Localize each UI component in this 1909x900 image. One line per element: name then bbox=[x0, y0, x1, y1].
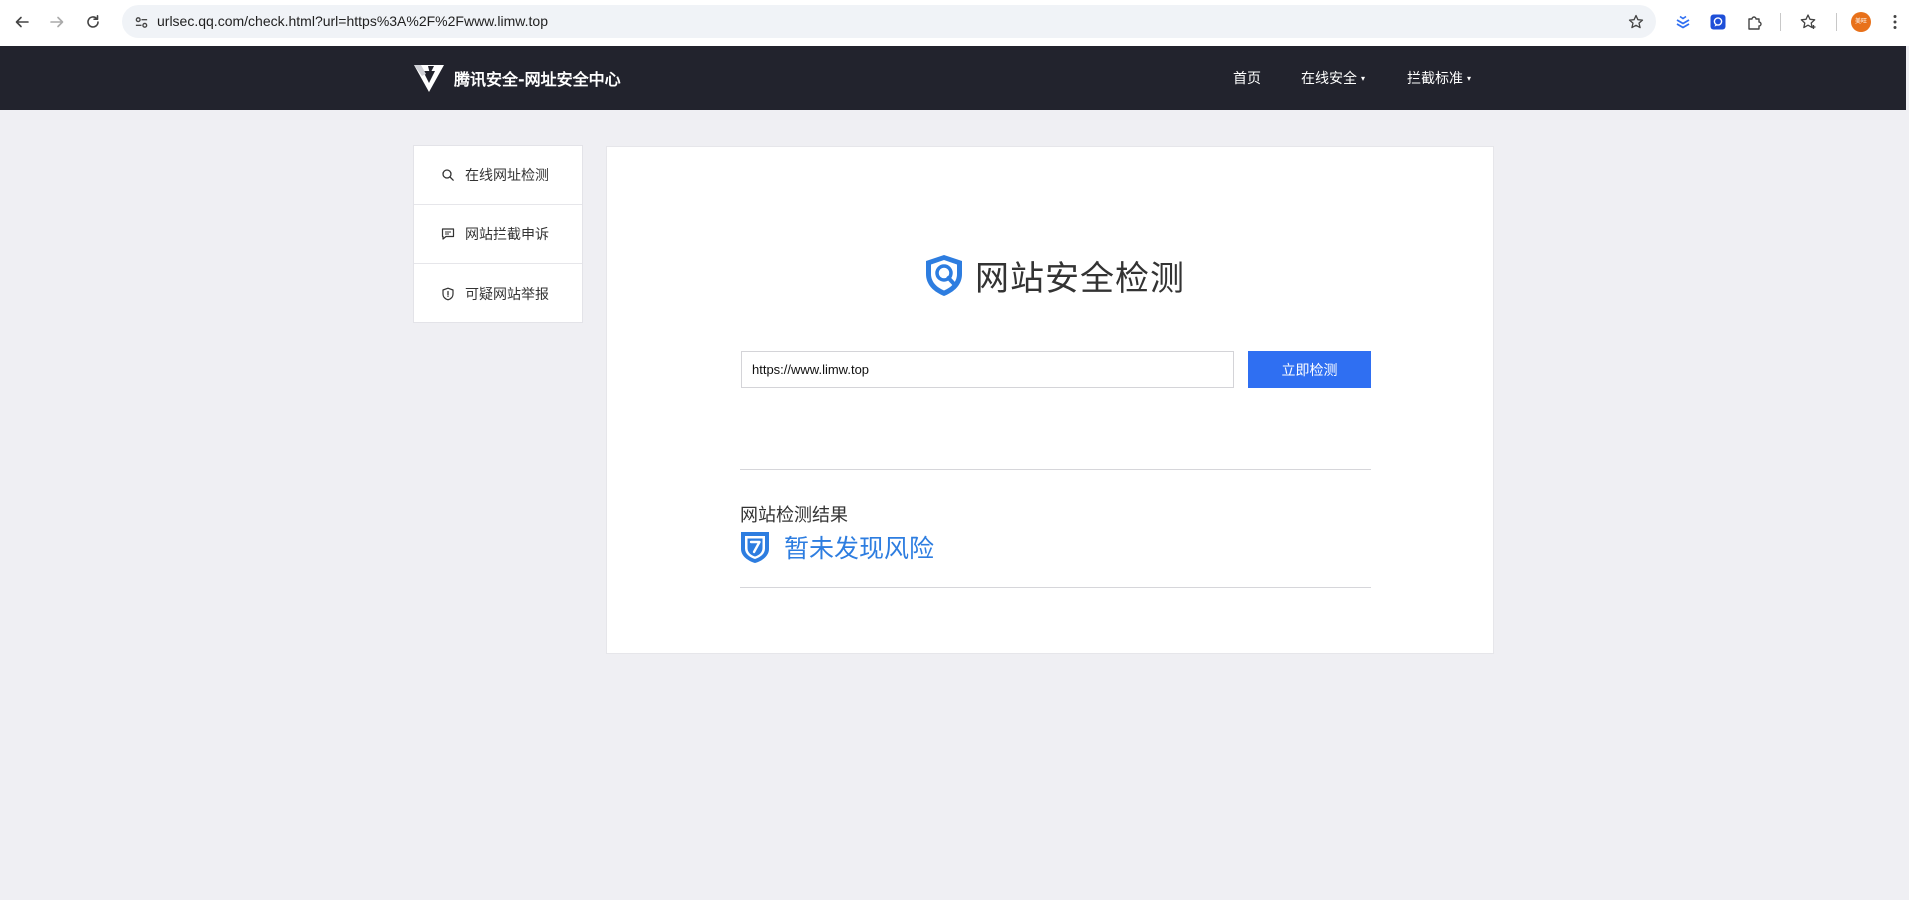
search-icon bbox=[441, 168, 455, 182]
sidebar-item-url-check[interactable]: 在线网址检测 bbox=[414, 146, 582, 205]
page-title: 网站安全检测 bbox=[921, 251, 1185, 299]
shield-search-icon bbox=[926, 255, 962, 296]
sidebar-item-report-site[interactable]: 可疑网站举报 bbox=[414, 264, 582, 323]
nav-online-security-label: 在线安全 bbox=[1301, 71, 1357, 87]
address-url[interactable]: urlsec.qq.com/check.html?url=https%3A%2F… bbox=[157, 5, 548, 38]
tencent-security-logo-icon bbox=[414, 65, 444, 92]
result-status: 暂未发现风险 bbox=[740, 529, 934, 565]
toolbar-divider bbox=[1780, 13, 1781, 31]
extension-layers-icon[interactable] bbox=[1672, 11, 1694, 33]
divider bbox=[740, 587, 1371, 588]
nav-block-standards-label: 拦截标准 bbox=[1407, 71, 1463, 87]
nav-online-security[interactable]: 在线安全 ▾ bbox=[1301, 46, 1365, 110]
safe-shield-icon bbox=[741, 532, 769, 563]
bookmark-star-icon[interactable] bbox=[1626, 12, 1646, 32]
nav-home[interactable]: 首页 bbox=[1233, 46, 1261, 110]
site-header: 腾讯安全-网址安全中心 首页 在线安全 ▾ 拦截标准 ▾ bbox=[0, 46, 1906, 110]
sidebar-item-label: 可疑网站举报 bbox=[465, 286, 549, 303]
address-bar[interactable]: urlsec.qq.com/check.html?url=https%3A%2F… bbox=[122, 5, 1656, 38]
caret-down-icon: ▾ bbox=[1467, 73, 1472, 83]
divider bbox=[740, 469, 1371, 470]
profile-avatar[interactable]: 美旺 bbox=[1851, 12, 1871, 32]
forward-icon[interactable] bbox=[44, 9, 70, 35]
back-icon[interactable] bbox=[9, 9, 35, 35]
site-info-icon[interactable] bbox=[132, 13, 150, 31]
chat-icon bbox=[441, 227, 455, 241]
page-title-text: 网站安全检测 bbox=[975, 258, 1185, 299]
extension-chat-icon[interactable] bbox=[1707, 11, 1729, 33]
sidebar-item-label: 网站拦截申诉 bbox=[465, 227, 549, 243]
check-now-button[interactable]: 立即检测 bbox=[1248, 351, 1371, 388]
nav-home-label: 首页 bbox=[1233, 71, 1261, 87]
check-panel: 网站安全检测 立即检测 网站检测结果 暂未发现风险 bbox=[606, 146, 1494, 654]
toolbar-divider bbox=[1836, 13, 1837, 31]
result-status-text: 暂未发现风险 bbox=[784, 534, 935, 563]
browser-toolbar: urlsec.qq.com/check.html?url=https%3A%2F… bbox=[0, 0, 1909, 46]
url-input[interactable] bbox=[741, 351, 1234, 388]
reading-list-icon[interactable] bbox=[1797, 11, 1819, 33]
sidebar-item-block-appeal[interactable]: 网站拦截申诉 bbox=[414, 205, 582, 264]
caret-down-icon: ▾ bbox=[1361, 73, 1366, 83]
sidebar: 在线网址检测 网站拦截申诉 可疑网站举报 bbox=[413, 145, 583, 323]
extensions-puzzle-icon[interactable] bbox=[1744, 11, 1766, 33]
result-title: 网站检测结果 bbox=[740, 505, 848, 526]
menu-kebab-icon[interactable] bbox=[1884, 11, 1906, 33]
nav-block-standards[interactable]: 拦截标准 ▾ bbox=[1407, 46, 1471, 110]
reload-icon[interactable] bbox=[80, 9, 106, 35]
sidebar-item-label: 在线网址检测 bbox=[465, 168, 549, 184]
site-logo-text: 腾讯安全-网址安全中心 bbox=[454, 70, 621, 89]
shield-icon bbox=[441, 287, 455, 301]
site-logo[interactable]: 腾讯安全-网址安全中心 bbox=[412, 62, 621, 94]
